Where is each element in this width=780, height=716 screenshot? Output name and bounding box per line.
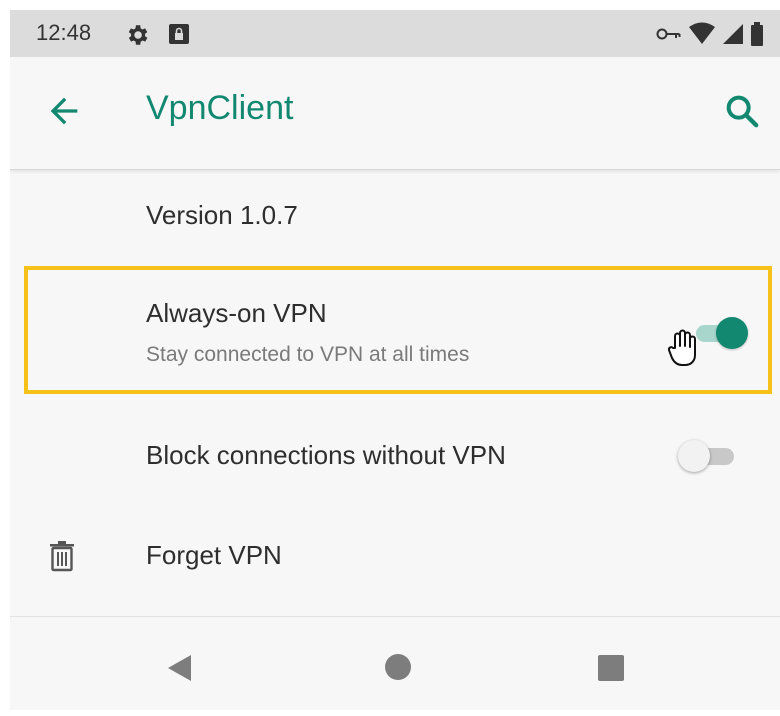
always-on-vpn-subtitle: Stay connected to VPN at all times [146, 343, 470, 366]
forget-vpn-label[interactable]: Forget VPN [146, 540, 282, 571]
block-connections-toggle[interactable] [678, 436, 738, 476]
back-triangle-icon[interactable] [165, 653, 195, 688]
battery-icon [750, 22, 764, 51]
navigation-bar [10, 616, 780, 710]
home-circle-icon[interactable] [384, 653, 412, 686]
status-bar: 12:48 [10, 10, 780, 57]
hand-cursor-icon [666, 328, 702, 373]
trash-icon [48, 540, 76, 577]
search-icon[interactable] [722, 91, 762, 131]
page-title: VpnClient [146, 89, 294, 127]
recents-square-icon[interactable] [598, 655, 624, 686]
wifi-icon [688, 22, 716, 51]
vpn-key-icon [656, 26, 682, 47]
version-label: Version 1.0.7 [146, 200, 298, 230]
toggle-thumb [678, 440, 710, 472]
app-bar: VpnClient [10, 57, 780, 170]
signal-icon [722, 23, 744, 50]
toggle-thumb [716, 317, 748, 349]
always-on-vpn-title: Always-on VPN [146, 298, 327, 328]
back-arrow-icon[interactable] [44, 91, 84, 131]
status-time: 12:48 [36, 20, 92, 45]
status-icons [656, 22, 764, 51]
gear-icon [124, 22, 150, 53]
block-connections-title: Block connections without VPN [146, 440, 506, 470]
sim-lock-icon [167, 22, 191, 51]
always-on-vpn-row[interactable] [24, 266, 772, 394]
phone-screen: 12:48 VpnClient Version 1.0.7 Always-on … [10, 10, 780, 710]
